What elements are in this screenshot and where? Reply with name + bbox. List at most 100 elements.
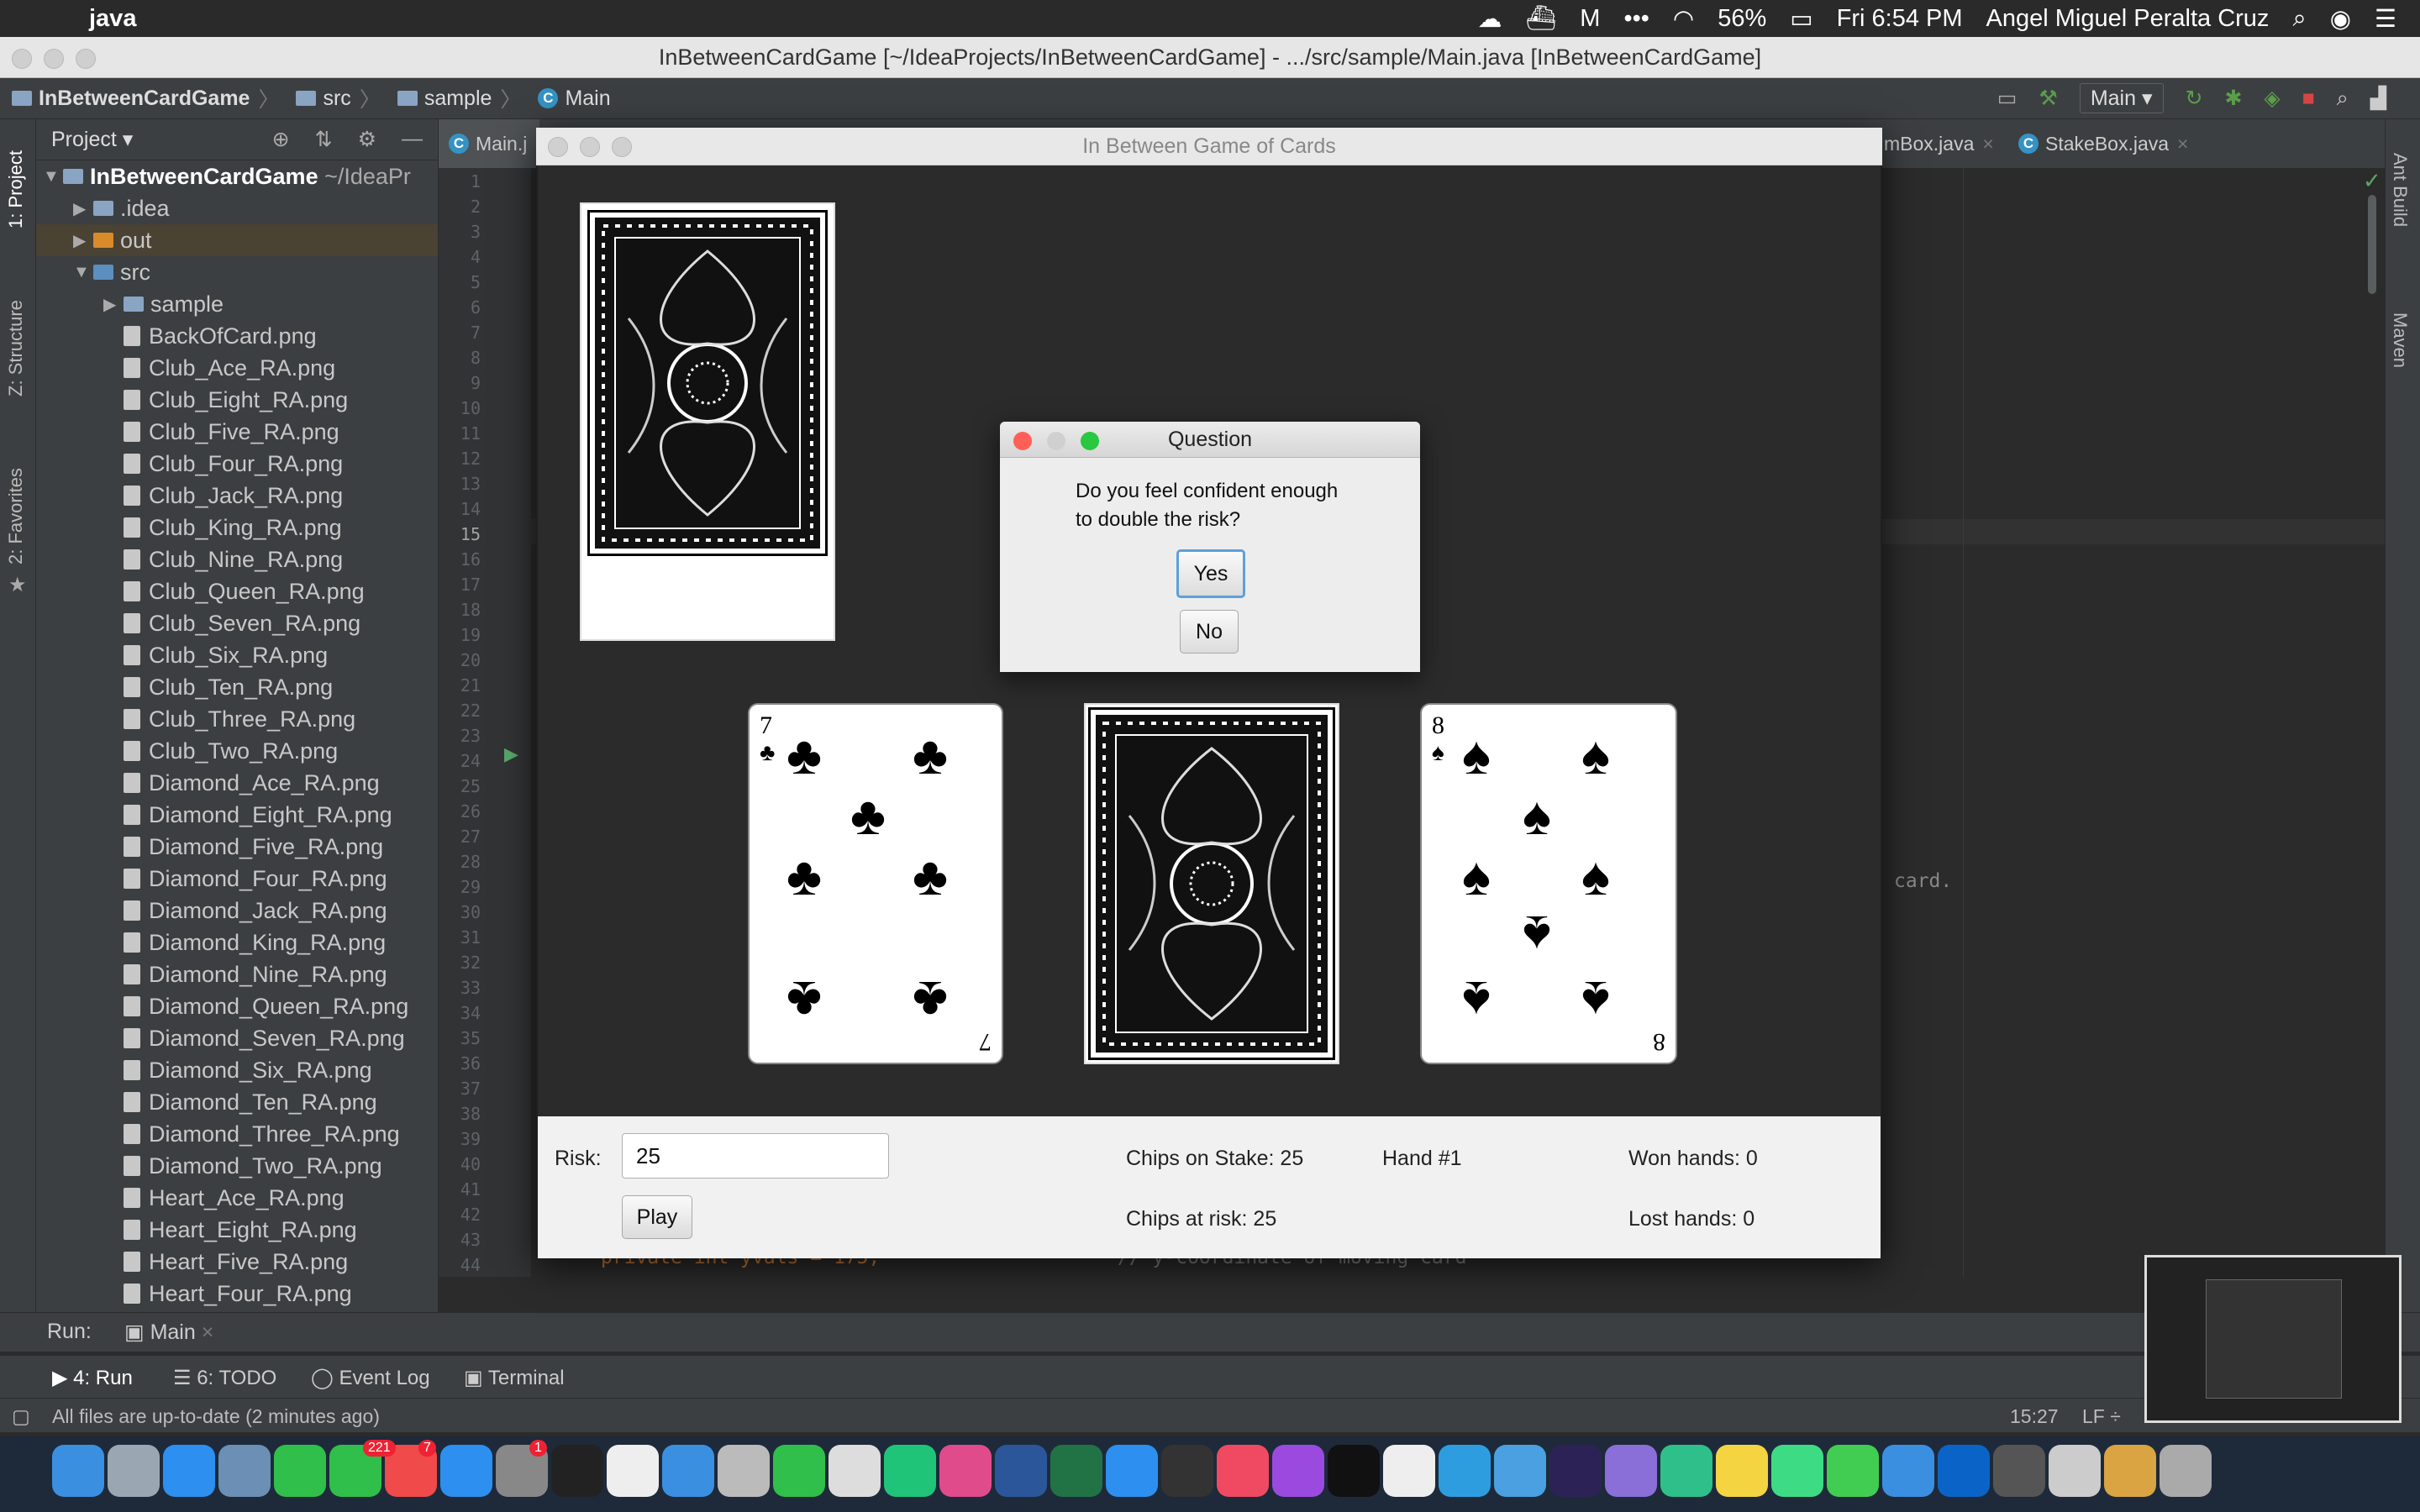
malwarebytes-icon[interactable]: M <box>1580 5 1600 33</box>
tree-file-item[interactable]: Diamond_Three_RA.png <box>36 1118 438 1150</box>
xcode-tools-icon[interactable] <box>1882 1445 1934 1497</box>
app-minimize-button[interactable] <box>580 137 600 157</box>
siri-icon[interactable]: ◉ <box>2330 4 2351 34</box>
expand-arrow-icon[interactable]: ▶ <box>73 198 93 219</box>
hide-panel-icon[interactable]: — <box>402 127 423 152</box>
risk-input[interactable]: 25 <box>622 1133 889 1179</box>
portable-ssd-icon[interactable] <box>1993 1445 2045 1497</box>
tree-folder-item[interactable]: ▶ out <box>36 224 438 256</box>
run-gutter-icon[interactable]: ▶ <box>504 743 518 765</box>
trash-icon[interactable] <box>2160 1445 2212 1497</box>
breadcrumb-project[interactable]: InBetweenCardGame 〉 <box>12 83 284 113</box>
podcasts-icon[interactable] <box>1272 1445 1324 1497</box>
tree-file-item[interactable]: Club_Seven_RA.png <box>36 607 438 639</box>
coverage-icon[interactable]: ◈ <box>2264 86 2280 111</box>
tree-file-item[interactable]: Club_Queen_RA.png <box>36 575 438 607</box>
outlook-icon[interactable] <box>1938 1445 1990 1497</box>
window-maximize-button[interactable] <box>76 49 96 69</box>
window-close-button[interactable] <box>12 49 32 69</box>
breadcrumb-src[interactable]: src 〉 <box>296 83 385 113</box>
gesture-icon[interactable] <box>1383 1445 1435 1497</box>
collapse-all-icon[interactable]: ⇅ <box>315 127 333 152</box>
breadcrumb-main[interactable]: C Main <box>538 87 611 111</box>
tree-file-item[interactable]: Diamond_Seven_RA.png <box>36 1022 438 1054</box>
tree-file-item[interactable]: Club_Eight_RA.png <box>36 384 438 416</box>
tree-file-item[interactable]: Diamond_Ace_RA.png <box>36 767 438 799</box>
tree-file-item[interactable]: Club_Four_RA.png <box>36 448 438 480</box>
tab-stakebox-java[interactable]: C StakeBox.java × <box>2018 119 2188 168</box>
expand-arrow-icon[interactable]: ▶ <box>73 230 93 251</box>
close-tab-icon[interactable]: × <box>2177 133 2188 155</box>
tree-file-item[interactable]: Club_Ten_RA.png <box>36 671 438 703</box>
tree-file-item[interactable]: Heart_Four_RA.png <box>36 1278 438 1310</box>
tree-folder-item[interactable]: ▼ src <box>36 256 438 288</box>
docker-icon[interactable] <box>1439 1445 1491 1497</box>
more-dots-icon[interactable]: ••• <box>1623 5 1649 33</box>
user-name[interactable]: Angel Miguel Peralta Cruz <box>1986 5 2270 33</box>
project-view-dropdown[interactable]: Project ▾ <box>51 127 133 152</box>
tree-file-item[interactable]: Heart_Five_RA.png <box>36 1246 438 1278</box>
tool-button-event-log[interactable]: ◯ Event Log <box>311 1366 430 1390</box>
tree-file-item[interactable]: Club_Jack_RA.png <box>36 480 438 512</box>
battery-icon[interactable]: ▭ <box>1790 4 1812 34</box>
tool-tab-maven[interactable]: Maven <box>2389 312 2411 368</box>
app-close-button[interactable] <box>548 137 568 157</box>
tree-file-item[interactable]: Heart_Eight_RA.png <box>36 1214 438 1246</box>
activity-monitor-icon[interactable] <box>1161 1445 1213 1497</box>
tree-file-item[interactable]: Diamond_Two_RA.png <box>36 1150 438 1182</box>
launchpad-icon[interactable] <box>108 1445 160 1497</box>
appstore-icon[interactable] <box>440 1445 492 1497</box>
editor-scrollbar[interactable] <box>2368 195 2376 294</box>
whatsapp-icon[interactable] <box>773 1445 825 1497</box>
line-separator[interactable]: LF ÷ <box>2082 1405 2121 1428</box>
wifi-icon[interactable]: ◠ <box>1673 4 1694 34</box>
eclipse-icon[interactable] <box>1549 1445 1602 1497</box>
run-config-dropdown[interactable]: Main ▾ <box>2079 83 2164 113</box>
settings-gear-icon[interactable]: ⚙ <box>358 127 376 152</box>
search-everywhere-icon[interactable]: ⌕ <box>2337 87 2349 111</box>
hide-icon[interactable]: ▟ <box>2370 86 2386 111</box>
spotlight-search-icon[interactable]: ⌕ <box>2292 5 2306 33</box>
tool-tab-project[interactable]: 1: Project <box>5 150 27 228</box>
notes-icon[interactable] <box>1716 1445 1768 1497</box>
tool-button-terminal[interactable]: ▣ Terminal <box>464 1366 565 1390</box>
safari-icon[interactable] <box>163 1445 215 1497</box>
tree-file-item[interactable]: Diamond_Four_RA.png <box>36 863 438 895</box>
tree-file-item[interactable]: Club_King_RA.png <box>36 512 438 543</box>
docker-icon[interactable]: ⛴ <box>1525 4 1556 33</box>
excel-icon[interactable] <box>1050 1445 1102 1497</box>
android-studio-icon[interactable] <box>1771 1445 1823 1497</box>
tree-file-item[interactable]: Club_Three_RA.png <box>36 703 438 735</box>
notification-center-icon[interactable]: ☰ <box>2375 4 2396 34</box>
tree-file-item[interactable]: Diamond_Eight_RA.png <box>36 799 438 831</box>
tree-file-item[interactable]: Diamond_Five_RA.png <box>36 831 438 863</box>
run-tab-main[interactable]: ▣ Main × <box>124 1320 213 1345</box>
cloud-icon[interactable] <box>1494 1445 1546 1497</box>
atom-icon[interactable] <box>1660 1445 1712 1497</box>
screenshot-thumbnail[interactable] <box>2144 1255 2402 1423</box>
tool-tab-ant-build[interactable]: Ant Build <box>2389 153 2411 227</box>
tree-file-item[interactable]: Diamond_King_RA.png <box>36 927 438 958</box>
collapse-arrow-icon[interactable]: ▼ <box>73 263 93 282</box>
tree-folder-item[interactable]: ▶ sample <box>36 288 438 320</box>
intellij-icon[interactable] <box>939 1445 992 1497</box>
preview-pdf-icon[interactable] <box>2049 1445 2101 1497</box>
textedit-icon[interactable] <box>607 1445 659 1497</box>
bbedit-icon[interactable] <box>1605 1445 1657 1497</box>
archive-icon[interactable] <box>2104 1445 2156 1497</box>
tree-file-item[interactable]: Diamond_Jack_RA.png <box>36 895 438 927</box>
clock[interactable]: Fri 6:54 PM <box>1837 5 1963 33</box>
github-icon[interactable] <box>829 1445 881 1497</box>
tool-button-todo[interactable]: ☰ 6: TODO <box>173 1366 276 1390</box>
dialog-maximize-button[interactable] <box>1081 432 1099 450</box>
stop-icon[interactable]: ■ <box>2302 87 2315 111</box>
dialog-close-button[interactable] <box>1013 432 1032 450</box>
expand-arrow-icon[interactable]: ▶ <box>103 294 124 315</box>
pycharm-icon[interactable] <box>884 1445 936 1497</box>
tree-file-item[interactable]: Diamond_Queen_RA.png <box>36 990 438 1022</box>
tab-mbox-java[interactable]: mBox.java × <box>1884 119 1994 168</box>
tree-file-item[interactable]: Club_Nine_RA.png <box>36 543 438 575</box>
preview-icon[interactable] <box>218 1445 271 1497</box>
messages-icon[interactable] <box>274 1445 326 1497</box>
terminal-icon[interactable] <box>551 1445 603 1497</box>
